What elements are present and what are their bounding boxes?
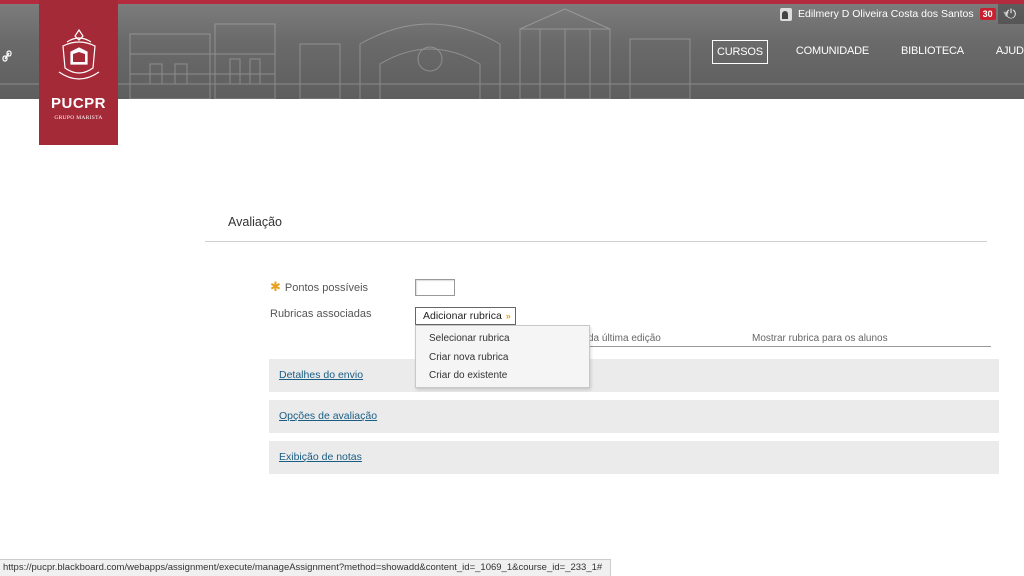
brand-name: PUCPR <box>50 95 106 112</box>
user-menu[interactable]: Edilmery D Oliveira Costa dos Santos 30 … <box>780 4 1011 24</box>
section-title: Avaliação <box>228 215 282 229</box>
column-show-rubric: Mostrar rubrica para os alunos <box>752 333 888 344</box>
rubric-dropdown-menu: Selecionar rubrica Criar nova rubrica Cr… <box>415 325 590 388</box>
menu-item-create-rubric[interactable]: Criar nova rubrica <box>416 349 589 368</box>
avatar <box>780 7 792 21</box>
link-icon[interactable] <box>2 50 16 64</box>
add-rubric-label: Adicionar rubrica <box>423 310 502 322</box>
points-input[interactable] <box>415 279 455 296</box>
power-icon[interactable]: ⏻ <box>998 4 1024 24</box>
accordion-link-submission-details[interactable]: Detalhes do envio <box>279 369 363 381</box>
accordion-link-grade-display[interactable]: Exibição de notas <box>279 451 362 463</box>
main-nav: CURSOS COMUNIDADE BIBLIOTECA AJUDA <box>712 40 1024 64</box>
rubrics-label: Rubricas associadas <box>270 308 372 320</box>
browser-status-bar: https://pucpr.blackboard.com/webapps/ass… <box>0 559 611 576</box>
crest-icon <box>58 28 99 80</box>
accordion-grading-options[interactable]: Opções de avaliação <box>269 400 999 433</box>
divider <box>205 241 987 242</box>
menu-item-create-from-existing[interactable]: Criar do existente <box>416 367 589 386</box>
top-header: Edilmery D Oliveira Costa dos Santos 30 … <box>0 0 1024 99</box>
brand-logo[interactable]: PUCPR GRUPO MARISTA <box>39 0 118 145</box>
notification-badge[interactable]: 30 <box>979 8 996 20</box>
column-last-edit: da última edição <box>588 333 661 344</box>
nav-item-biblioteca[interactable]: BIBLIOTECA <box>897 40 968 64</box>
menu-item-select-rubric[interactable]: Selecionar rubrica <box>416 330 589 349</box>
required-asterisk-icon: ✱ <box>270 279 281 294</box>
nav-item-comunidade[interactable]: COMUNIDADE <box>792 40 873 64</box>
add-rubric-button[interactable]: Adicionar rubrica » <box>415 307 516 325</box>
brand-subtitle: GRUPO MARISTA <box>54 115 103 121</box>
nav-item-ajuda[interactable]: AJUDA <box>992 40 1024 64</box>
accordion-grade-display[interactable]: Exibição de notas <box>269 441 999 474</box>
points-label-row: ✱ Pontos possíveis <box>270 279 368 295</box>
user-name[interactable]: Edilmery D Oliveira Costa dos Santos <box>798 8 974 20</box>
double-chevron-down-icon: » <box>505 311 511 321</box>
accordion-submission-details[interactable]: Detalhes do envio <box>269 359 999 392</box>
points-label: Pontos possíveis <box>284 282 369 294</box>
accordion-link-grading-options[interactable]: Opções de avaliação <box>279 410 377 422</box>
nav-item-cursos[interactable]: CURSOS <box>712 40 768 64</box>
